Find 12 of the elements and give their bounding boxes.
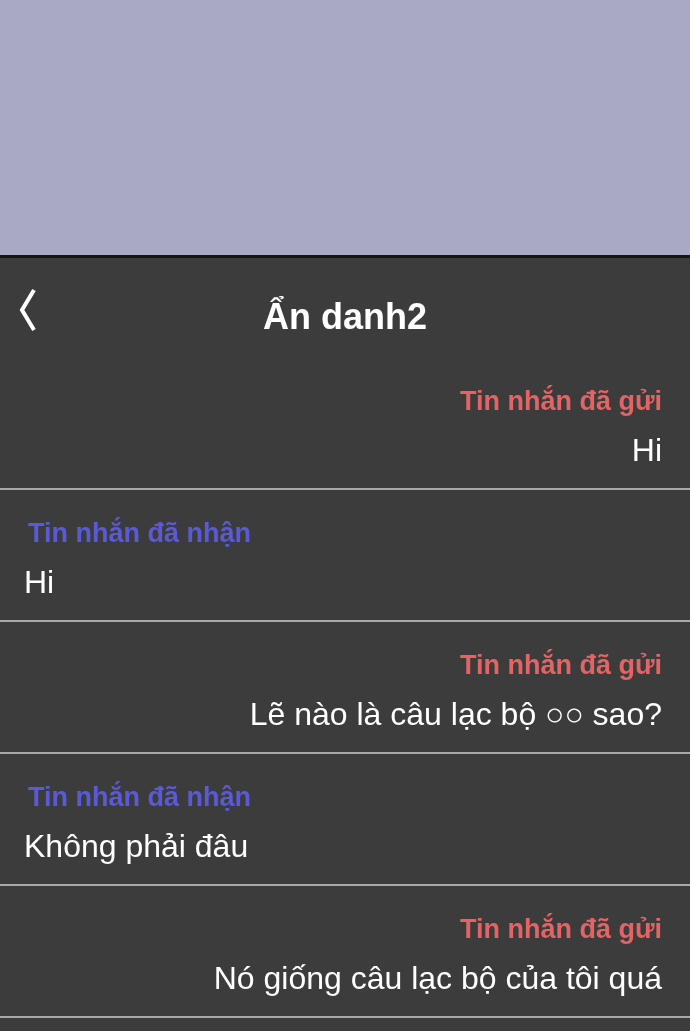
received-message: Hi xyxy=(24,563,55,602)
received-label: Tin nhắn đã nhận xyxy=(28,516,251,550)
sent-label: Tin nhắn đã gửi xyxy=(459,912,662,946)
chat-title: Ẩn danh2 xyxy=(263,295,427,338)
received-label: Tin nhắn đã nhận xyxy=(28,780,251,814)
sent-label: Tin nhắn đã gửi xyxy=(459,648,662,682)
back-icon xyxy=(18,288,38,332)
sent-message: Hi xyxy=(631,431,662,470)
sent-label: Tin nhắn đã gửi xyxy=(459,384,662,418)
sent-message: Nó giống câu lạc bộ của tôi quá xyxy=(213,959,662,998)
received-message: Không phải đâu xyxy=(24,827,249,866)
sent-message: Lẽ nào là câu lạc bộ ○○ sao? xyxy=(249,695,662,734)
